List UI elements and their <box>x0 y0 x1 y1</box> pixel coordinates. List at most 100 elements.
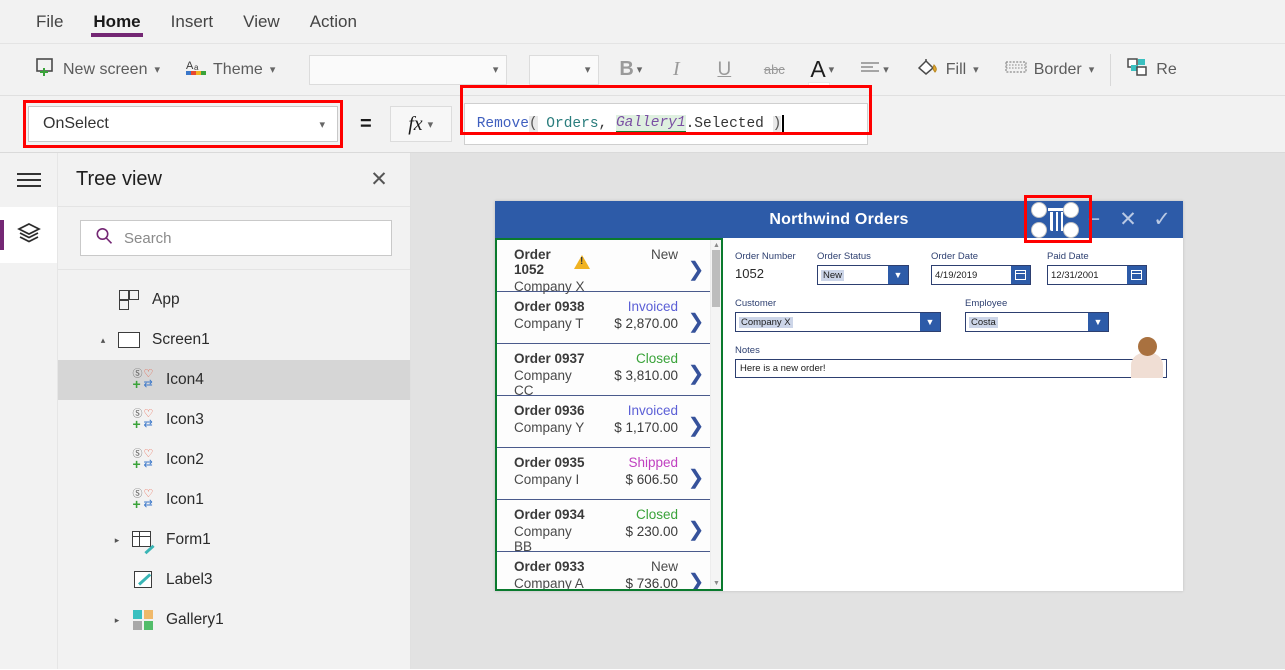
tree-node-label: App <box>152 291 180 308</box>
tab-view[interactable]: View <box>241 0 282 44</box>
order-number: Order 1052 <box>514 247 551 277</box>
tree-node-icon2[interactable]: Ⓢ ♡ + ⇄ Icon2 <box>58 440 410 480</box>
fill-button[interactable]: Fill ▾ <box>911 50 985 90</box>
expander-icon[interactable]: ▸ <box>106 615 128 626</box>
chevron-down-icon[interactable]: ▾ <box>154 63 160 76</box>
tree-node-icon4[interactable]: Ⓢ ♡ + ⇄ Icon4 <box>58 360 410 400</box>
theme-button[interactable]: A a Theme ▾ <box>180 50 281 90</box>
hamburger-menu-button[interactable] <box>0 153 57 207</box>
warning-icon <box>574 255 590 269</box>
italic-button[interactable]: I <box>658 52 694 88</box>
chevron-right-icon[interactable]: ❯ <box>682 403 710 447</box>
new-screen-button[interactable]: New screen ▾ <box>30 50 166 90</box>
chevron-down-icon: ▾ <box>584 64 591 76</box>
reorder-button[interactable]: Re <box>1121 50 1182 90</box>
tree-node-app[interactable]: App <box>58 280 410 320</box>
gallery-row[interactable]: Order 0937 Company CC Closed $ 3,810.00 … <box>497 344 710 398</box>
expander-icon[interactable]: ▴ <box>92 335 114 346</box>
align-button[interactable]: ▾ <box>856 52 893 88</box>
resize-handle-bottom-left[interactable] <box>1031 222 1047 238</box>
border-button[interactable]: Border ▾ <box>999 50 1101 90</box>
chevron-down-icon[interactable]: ▼ <box>920 313 940 331</box>
canvas-area[interactable]: Northwind Orders − ✕ ✓ Order 1052 ! Comp… <box>411 153 1285 669</box>
gallery1[interactable]: Order 1052 Company X New ❯ <box>495 238 723 591</box>
font-color-button[interactable]: A ▾ <box>806 51 838 89</box>
field-order-date: Order Date 4/19/2019 <box>931 251 1047 285</box>
formula-input[interactable]: Remove( Orders, Gallery1 .Selected ) <box>463 103 868 145</box>
tab-home[interactable]: Home <box>91 0 143 44</box>
font-size-select[interactable]: ▾ <box>529 54 600 85</box>
employee-dropdown[interactable]: Costa ▼ <box>965 312 1109 332</box>
chevron-right-icon[interactable]: ❯ <box>682 507 710 551</box>
order-date-input[interactable]: 4/19/2019 <box>931 265 1031 285</box>
chevron-down-icon[interactable]: ▼ <box>1088 313 1108 331</box>
notes-input[interactable]: Here is a new order! <box>735 359 1167 378</box>
gallery-row[interactable]: Order 0938 Company T Invoiced $ 2,870.00… <box>497 292 710 344</box>
resize-handle-top-right[interactable] <box>1063 202 1079 218</box>
close-icon[interactable]: ✕ <box>366 169 392 190</box>
customer-dropdown[interactable]: Company X ▼ <box>735 312 941 332</box>
calendar-icon[interactable] <box>1127 266 1146 284</box>
bold-button[interactable]: B ▾ <box>615 52 646 88</box>
label-icon <box>128 570 158 590</box>
resize-handle-top-left[interactable] <box>1031 202 1047 218</box>
check-icon[interactable]: ✓ <box>1149 209 1175 230</box>
scroll-up-icon[interactable]: ▲ <box>713 242 720 249</box>
company-name: Company T <box>514 316 584 331</box>
tab-file[interactable]: File <box>34 0 65 44</box>
minus-icon[interactable]: − <box>1081 209 1107 230</box>
tree-node-screen1[interactable]: ▴ Screen1 <box>58 320 410 360</box>
chevron-right-icon[interactable]: ❯ <box>682 455 710 499</box>
formula-token-close-paren: ) <box>772 116 782 132</box>
fx-button[interactable]: fx ▾ <box>389 106 452 142</box>
chevron-down-icon[interactable]: ▾ <box>1089 63 1095 76</box>
font-family-select[interactable]: ▾ <box>309 54 508 85</box>
calendar-icon[interactable] <box>1011 266 1030 284</box>
field-order-number: Order Number 1052 <box>735 251 817 285</box>
gallery-row[interactable]: Order 0933 Company A New $ 736.00 ❯ <box>497 552 710 590</box>
paid-date-input[interactable]: 12/31/2001 <box>1047 265 1147 285</box>
gallery-row[interactable]: Order 0935 Company I Shipped $ 606.50 ❯ <box>497 448 710 500</box>
search-input[interactable]: Search <box>80 220 392 256</box>
chevron-down-icon: ▾ <box>883 64 889 76</box>
order-status-dropdown[interactable]: New ▼ <box>817 265 909 285</box>
tree-node-label3[interactable]: Label3 <box>58 560 410 600</box>
amount-label: $ 1,170.00 <box>614 420 678 435</box>
property-select[interactable]: OnSelect ▾ <box>28 106 338 142</box>
app-preview-canvas[interactable]: Northwind Orders − ✕ ✓ Order 1052 ! Comp… <box>495 195 1183 591</box>
tab-insert[interactable]: Insert <box>169 0 216 44</box>
gallery-row[interactable]: Order 0934 Company BB Closed $ 230.00 ❯ <box>497 500 710 554</box>
underline-button[interactable]: U <box>706 52 742 88</box>
chevron-down-icon: ▾ <box>828 64 835 76</box>
chevron-down-icon[interactable]: ▼ <box>888 266 908 284</box>
chevron-right-icon[interactable]: ❯ <box>682 351 710 395</box>
underline-label: U <box>717 58 732 80</box>
rail-item-tree-view[interactable] <box>0 207 57 263</box>
reorder-label: Re <box>1156 60 1177 78</box>
gallery-row[interactable]: Order 0936 Company Y Invoiced $ 1,170.00… <box>497 396 710 448</box>
strikethrough-button[interactable]: abc <box>756 52 792 88</box>
close-icon[interactable]: ✕ <box>1115 209 1141 230</box>
gallery-row[interactable]: Order 1052 Company X New ❯ <box>497 240 710 294</box>
chevron-down-icon[interactable]: ▾ <box>270 63 276 76</box>
ribbon-tab-bar: File Home Insert View Action <box>0 0 1285 44</box>
chevron-down-icon[interactable]: ▾ <box>973 63 979 76</box>
chevron-right-icon[interactable]: ❯ <box>682 247 710 291</box>
tree-node-gallery1[interactable]: ▸ Gallery1 <box>58 600 410 640</box>
tree-node-icon1[interactable]: Ⓢ ♡ + ⇄ Icon1 <box>58 480 410 520</box>
search-placeholder: Search <box>124 229 172 247</box>
resize-handle-bottom-right[interactable] <box>1063 222 1079 238</box>
tab-action[interactable]: Action <box>308 0 359 44</box>
scrollbar-thumb[interactable] <box>712 250 720 307</box>
gallery-scrollbar[interactable]: ▲ ▼ <box>710 240 721 589</box>
chevron-right-icon[interactable]: ❯ <box>682 299 710 343</box>
trash-icon-selected[interactable] <box>1031 202 1085 238</box>
tree-node-form1[interactable]: ▸ Form1 <box>58 520 410 560</box>
expander-icon[interactable]: ▸ <box>106 535 128 546</box>
chevron-right-icon[interactable]: ❯ <box>682 559 710 590</box>
tree-node-label: Icon2 <box>166 451 204 468</box>
scroll-down-icon[interactable]: ▼ <box>713 580 720 587</box>
order-number: Order 0933 <box>514 559 585 574</box>
tree-node-icon3[interactable]: Ⓢ ♡ + ⇄ Icon3 <box>58 400 410 440</box>
form1[interactable]: Order Number 1052 Order Status New ▼ Ord… <box>723 238 1183 591</box>
